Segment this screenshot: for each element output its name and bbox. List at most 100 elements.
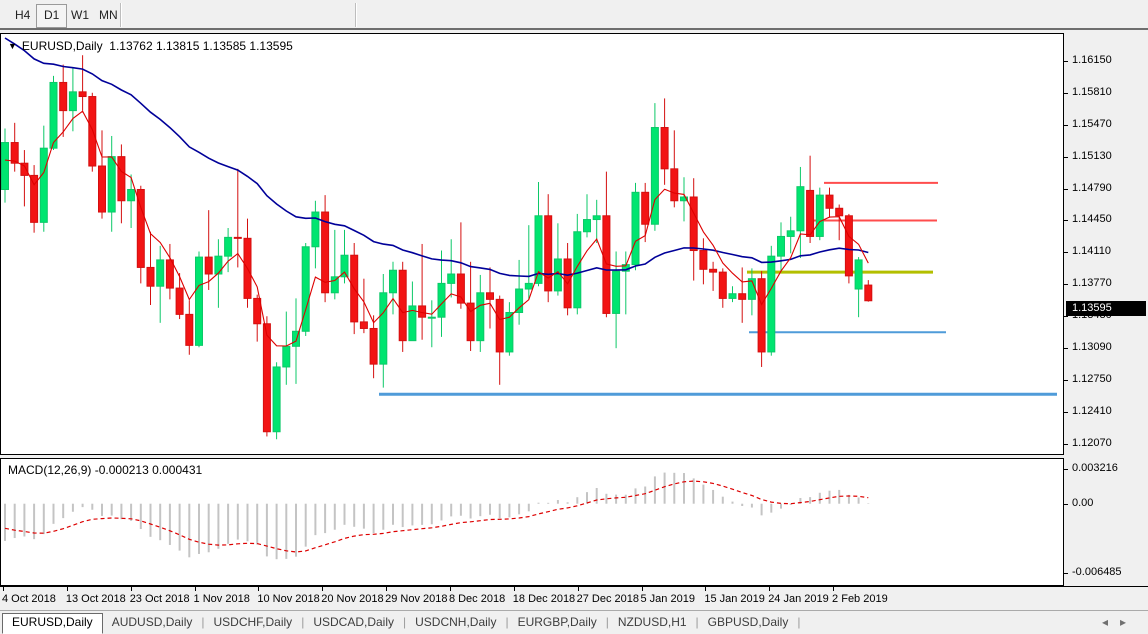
- macd-signal-value: 0.000431: [152, 463, 202, 477]
- candle: [157, 246, 164, 323]
- axis-tick: [1064, 504, 1068, 505]
- candle: [758, 271, 765, 367]
- candle: [787, 217, 794, 254]
- candle: [642, 183, 649, 242]
- chart-symbol-label: EURUSD,Daily: [22, 39, 103, 53]
- chart-tab-gbpusd[interactable]: GBPUSD,Daily: [699, 613, 798, 632]
- axis-tick: [1064, 61, 1068, 62]
- price-chart-pane[interactable]: ▼ EURUSD,Daily 1.13762 1.13815 1.13585 1.…: [0, 33, 1064, 455]
- time-axis-tick: [450, 587, 451, 591]
- chart-tab-eurgbp[interactable]: EURGBP,Daily: [509, 613, 606, 632]
- candle: [855, 257, 862, 317]
- time-axis-tick: [3, 587, 4, 591]
- macd-chart[interactable]: [1, 459, 1063, 585]
- time-axis[interactable]: 4 Oct 201813 Oct 201823 Oct 20181 Nov 20…: [0, 586, 1148, 610]
- candle: [690, 178, 697, 280]
- chart-tab-eurusd[interactable]: EURUSD,Daily: [2, 613, 103, 634]
- chart-tab-nzdusd[interactable]: NZDUSD,H1: [609, 613, 696, 632]
- time-axis-tick: [705, 587, 706, 591]
- candle: [448, 239, 455, 297]
- time-axis-tick: [514, 587, 515, 591]
- current-price-tag: 1.13595: [1066, 301, 1146, 316]
- candle: [176, 273, 183, 319]
- axis-tick: [1064, 125, 1068, 126]
- chart-tab-usdchf[interactable]: USDCHF,Daily: [205, 613, 302, 632]
- candle: [244, 219, 251, 308]
- axis-tick: [1064, 252, 1068, 253]
- macd-axis-label: 0.003216: [1072, 462, 1118, 474]
- candle: [719, 268, 726, 307]
- candle: [225, 228, 232, 272]
- timeframe-button-d1[interactable]: D1: [36, 4, 67, 28]
- candle: [487, 267, 494, 328]
- candle: [283, 312, 290, 385]
- axis-tick: [1064, 380, 1068, 381]
- tab-scroll-left-icon[interactable]: ◂: [1102, 615, 1120, 629]
- candle: [710, 262, 717, 291]
- tab-scroll-arrows: ◂▸: [1102, 615, 1138, 629]
- time-axis-label: 10 Nov 2018: [257, 593, 319, 605]
- candle: [331, 230, 338, 299]
- price-axis-label: 1.14790: [1072, 182, 1112, 194]
- axis-tick: [1064, 284, 1068, 285]
- chart-tab-usdcad[interactable]: USDCAD,Daily: [304, 613, 403, 632]
- candle: [816, 188, 823, 241]
- candle: [50, 76, 57, 150]
- macd-signal-line: [5, 481, 868, 552]
- candle: [700, 238, 707, 284]
- time-axis-label: 4 Oct 2018: [2, 593, 56, 605]
- candle: [632, 183, 639, 270]
- candle: [234, 169, 241, 268]
- time-axis-label: 8 Dec 2018: [449, 593, 505, 605]
- candle: [390, 262, 397, 315]
- candle: [128, 174, 135, 228]
- time-axis-label: 1 Nov 2018: [194, 593, 250, 605]
- candle: [545, 194, 552, 302]
- price-axis-label: 1.16150: [1072, 54, 1112, 66]
- toolbar-separator: [355, 3, 357, 27]
- price-axis-label: 1.12750: [1072, 373, 1112, 385]
- time-axis-label: 29 Nov 2018: [385, 593, 447, 605]
- time-axis-tick: [386, 587, 387, 591]
- candle: [166, 244, 173, 299]
- time-axis-label: 2 Feb 2019: [832, 593, 888, 605]
- macd-axis-label: 0.00: [1072, 497, 1093, 509]
- macd-axis-label: -0.006485: [1072, 566, 1122, 578]
- time-axis-tick: [131, 587, 132, 591]
- candle: [865, 280, 872, 302]
- chart-tab-usdcnh[interactable]: USDCNH,Daily: [406, 613, 505, 632]
- timeframe-toolbar: H4D1W1MN: [0, 0, 1148, 30]
- chart-tab-audusd[interactable]: AUDUSD,Daily: [103, 613, 202, 632]
- chart-tab-bar: EURUSD,DailyAUDUSD,Daily|USDCHF,Daily|US…: [0, 610, 1148, 634]
- candle: [370, 315, 377, 378]
- axis-tick: [1064, 93, 1068, 94]
- time-axis-label: 24 Jan 2019: [768, 593, 829, 605]
- candle: [273, 362, 280, 439]
- axis-tick: [1064, 157, 1068, 158]
- candle: [205, 210, 212, 290]
- price-axis[interactable]: 1.161501.158101.154701.151301.147901.144…: [1064, 33, 1148, 586]
- candlestick-chart[interactable]: [1, 34, 1063, 454]
- axis-tick: [1064, 444, 1068, 445]
- chart-ohlc-quote: 1.13762 1.13815 1.13585 1.13595: [109, 39, 293, 53]
- candle: [826, 188, 833, 218]
- candle: [593, 200, 600, 243]
- time-axis-tick: [833, 587, 834, 591]
- candle: [778, 222, 785, 272]
- macd-indicator-pane[interactable]: MACD(12,26,9) -0.000213 0.000431: [0, 458, 1064, 586]
- candle: [380, 274, 387, 388]
- mt4-window: H4D1W1MN ▼ EURUSD,Daily 1.13762 1.13815 1…: [0, 0, 1148, 634]
- price-axis-label: 1.15470: [1072, 118, 1112, 130]
- candle: [671, 130, 678, 207]
- candle: [419, 244, 426, 340]
- tab-scroll-right-icon[interactable]: ▸: [1120, 615, 1138, 629]
- candle: [196, 251, 203, 347]
- candle: [108, 136, 115, 232]
- time-axis-label: 20 Nov 2018: [321, 593, 383, 605]
- time-axis-tick: [67, 587, 68, 591]
- timeframe-button-h4[interactable]: H4: [8, 4, 37, 26]
- chart-dropdown-icon[interactable]: ▼: [8, 41, 17, 51]
- candle: [147, 232, 154, 305]
- price-axis-label: 1.14450: [1072, 213, 1112, 225]
- candle: [554, 223, 561, 295]
